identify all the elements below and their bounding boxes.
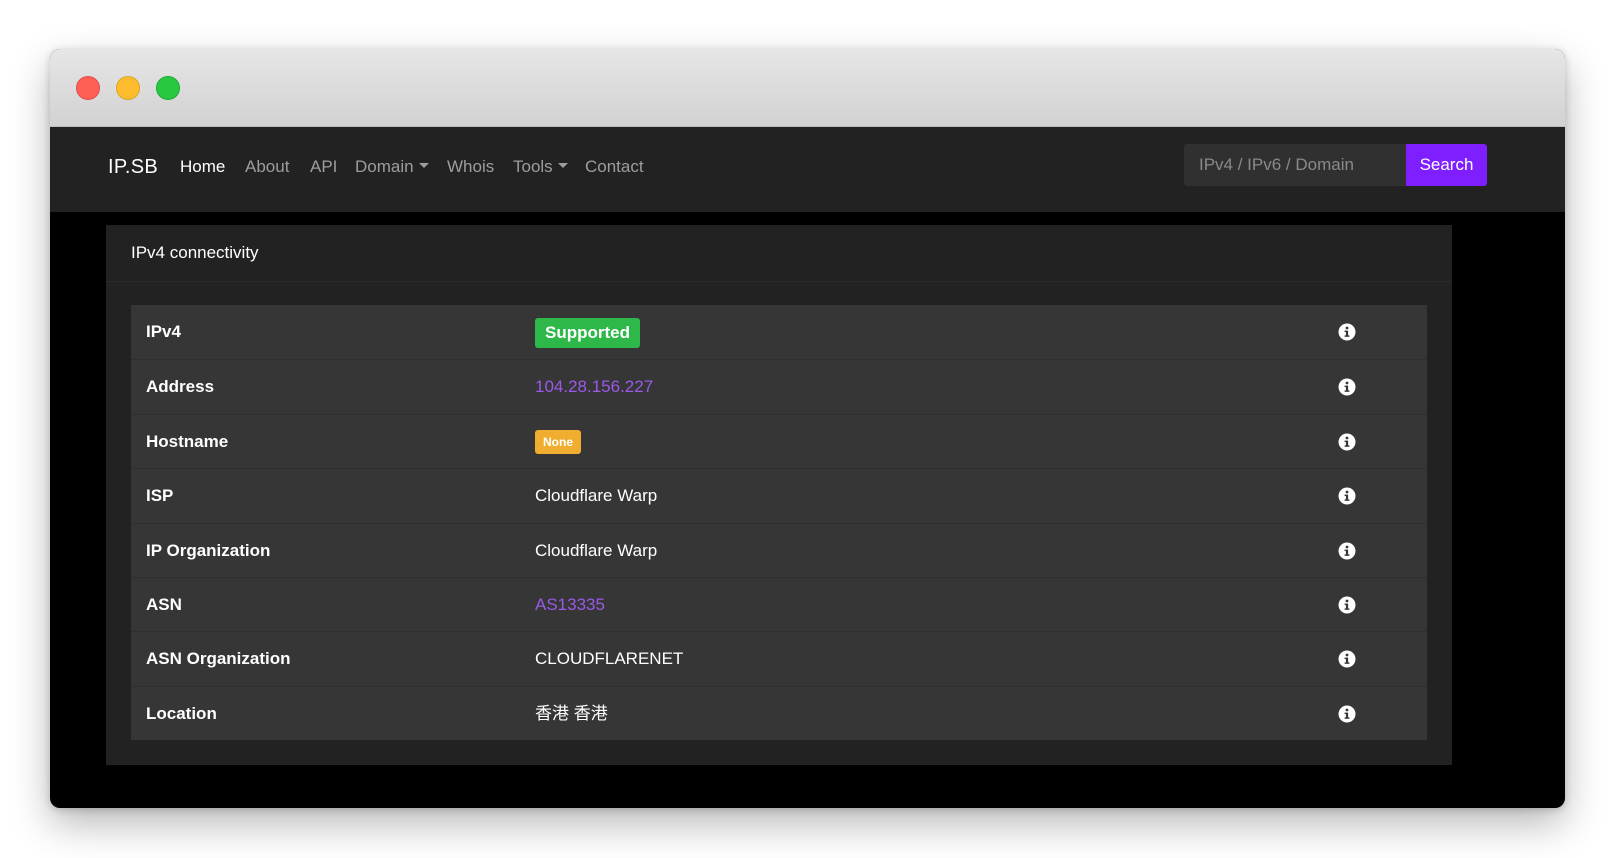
table-row: IPv4 Supported [131, 305, 1427, 359]
row-label: Location [146, 703, 217, 723]
row-value: CLOUDFLARENET [535, 649, 684, 669]
nav-tools-dropdown[interactable]: Tools [513, 157, 568, 177]
ip-info-table: IPv4 Supported Address 104.28.156.227 Ho… [131, 305, 1427, 741]
nav-home[interactable]: Home [180, 157, 225, 177]
row-value: Supported [535, 305, 640, 359]
table-row: IP Organization Cloudflare Warp [131, 522, 1427, 577]
maximize-window-button[interactable] [156, 76, 180, 100]
row-label: Address [146, 377, 215, 397]
brand-logo[interactable]: IP.SB [108, 156, 158, 179]
info-circle-icon[interactable] [1338, 433, 1356, 451]
search-button[interactable]: Search [1406, 144, 1487, 186]
nav-about[interactable]: About [245, 157, 289, 177]
row-label: IPv4 [146, 322, 181, 341]
row-label: ASN [146, 594, 182, 614]
card-header: IPv4 connectivity [106, 225, 1452, 282]
info-circle-icon[interactable] [1338, 487, 1356, 505]
table-row: Address 104.28.156.227 [131, 359, 1427, 413]
nav-api[interactable]: API [310, 157, 337, 177]
info-circle-icon[interactable] [1338, 650, 1356, 668]
table-row: Location 香港 香港 [131, 685, 1427, 740]
row-value-link[interactable]: 104.28.156.227 [535, 360, 653, 414]
minimize-window-button[interactable] [116, 76, 140, 100]
browser-window: IP.SB Home About API Domain Whois Tools … [50, 49, 1565, 808]
nav-tools-label: Tools [513, 157, 553, 176]
ipv4-connectivity-card: IPv4 connectivity IPv4 Supported Address… [106, 225, 1452, 765]
info-circle-icon[interactable] [1338, 542, 1356, 560]
nav-contact[interactable]: Contact [585, 157, 644, 177]
row-value: Cloudflare Warp [535, 486, 658, 506]
info-circle-icon[interactable] [1338, 596, 1356, 614]
row-label: Hostname [146, 431, 229, 451]
table-row: ASN Organization CLOUDFLARENET [131, 631, 1427, 685]
navbar: IP.SB Home About API Domain Whois Tools … [50, 127, 1565, 212]
row-value: 香港 香港 [535, 703, 608, 723]
chevron-down-icon [557, 163, 568, 169]
table-row: Hostname None [131, 413, 1427, 469]
info-circle-icon[interactable] [1338, 378, 1356, 396]
search-input[interactable] [1184, 144, 1406, 186]
row-label: IP Organization [146, 540, 271, 560]
row-label: ASN Organization [146, 649, 291, 669]
row-value: Cloudflare Warp [535, 540, 658, 560]
table-row: ASN AS13335 [131, 576, 1427, 632]
chevron-down-icon [418, 163, 429, 169]
info-circle-icon[interactable] [1338, 705, 1356, 723]
warning-badge: None [535, 430, 581, 455]
table-row: ISP Cloudflare Warp [131, 468, 1427, 522]
card-title: IPv4 connectivity [131, 243, 259, 262]
close-window-button[interactable] [76, 76, 100, 100]
row-label: ISP [146, 486, 174, 506]
nav-domain-label: Domain [355, 157, 414, 176]
nav-domain-dropdown[interactable]: Domain [355, 157, 429, 177]
row-value-link[interactable]: AS13335 [535, 578, 605, 632]
window-titlebar [50, 49, 1565, 127]
nav-whois[interactable]: Whois [447, 157, 494, 177]
row-value: None [535, 415, 581, 469]
status-badge: Supported [535, 317, 640, 348]
info-circle-icon[interactable] [1338, 323, 1356, 341]
